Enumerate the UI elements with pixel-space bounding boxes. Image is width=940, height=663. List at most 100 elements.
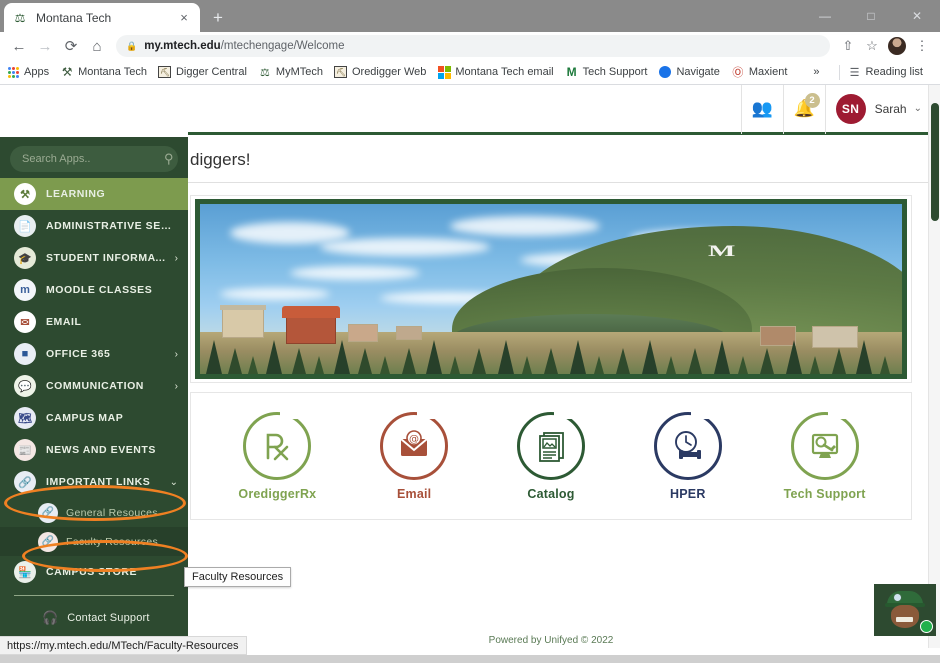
browser-window: ⚖ Montana Tech × + — □ ✕ ← → ⟳ ⌂ 🔒 my.mt… — [0, 0, 940, 663]
sidebar-item-office-365[interactable]: ■ OFFICE 365 › — [0, 338, 188, 370]
bookmark-star-icon[interactable]: ☆ — [860, 34, 884, 58]
page-scrollbar[interactable] — [928, 85, 940, 648]
sidebar-subitem-label: Faculty Resources — [66, 535, 159, 548]
sidebar-subitem-faculty-resources[interactable]: 🔗 Faculty Resources — [0, 527, 188, 556]
montana-tech-favicon-icon: ⚖ — [14, 10, 26, 25]
people-icon: 👥 — [751, 98, 773, 118]
search-input[interactable] — [22, 153, 164, 165]
bookmark-label: Montana Tech email — [455, 66, 554, 78]
general-resources-icon: 🔗 — [38, 502, 58, 523]
prescription-rx-icon — [267, 433, 289, 460]
bookmark-label: Maxient — [748, 66, 788, 78]
quick-link-circle — [516, 411, 585, 480]
news-events-icon: 📰 — [14, 439, 36, 461]
home-icon[interactable]: ⌂ — [84, 33, 110, 59]
bookmark-navigate[interactable]: Navigate — [658, 65, 720, 79]
sidebar-item-important-links[interactable]: 🔗 IMPORTANT LINKS ⌄ — [0, 466, 188, 498]
sidebar-item-label: ADMINISTRATIVE SERV... — [46, 220, 172, 232]
sidebar-item-contact-support[interactable]: 🎧 Contact Support — [0, 603, 188, 633]
sidebar-item-email[interactable]: ✉ EMAIL — [0, 306, 188, 338]
people-button[interactable]: 👥 — [740, 85, 783, 134]
address-bar[interactable]: 🔒 my.mtech.edu/mtechengage/Welcome — [116, 35, 830, 57]
bookmarks-overflow-button[interactable]: » — [813, 66, 819, 78]
url-text: my.mtech.edu/mtechengage/Welcome — [144, 40, 344, 52]
sidebar-item-label: MOODLE CLASSES — [46, 284, 153, 296]
reading-list-button[interactable]: ☰ Reading list — [848, 65, 923, 79]
sidebar-item-campus-map[interactable]: 🗺 CAMPUS MAP — [0, 402, 188, 434]
profile-avatar[interactable] — [888, 37, 906, 55]
sidebar-item-administrative-services[interactable]: 📄 ADMINISTRATIVE SERV... — [0, 210, 188, 242]
sidebar-item-communication[interactable]: 💬 COMMUNICATION › — [0, 370, 188, 402]
sidebar-item-label: OFFICE 365 — [46, 348, 111, 360]
treeline — [200, 328, 902, 374]
chevron-right-icon[interactable]: › — [175, 381, 178, 392]
online-status-dot — [920, 620, 933, 633]
sidebar-subitem-general-resources[interactable]: 🔗 General Resouces — [0, 498, 188, 527]
bookmark-label: Apps — [24, 66, 50, 78]
chevron-down-icon[interactable]: ⌄ — [170, 477, 178, 488]
share-icon[interactable]: ⇧ — [836, 34, 860, 58]
montana-tech-favicon-icon: ⚖ — [259, 66, 270, 79]
bookmark-maxient[interactable]: Ⓞ Maxient — [731, 65, 788, 79]
reload-icon[interactable]: ⟳ — [58, 33, 84, 59]
search-apps-box[interactable]: ⚲ — [10, 146, 178, 172]
m-letter-icon: M — [566, 65, 577, 79]
quick-link-circle — [653, 411, 722, 480]
bookmark-mymtech[interactable]: ⚖ MyMTech — [258, 65, 323, 79]
quick-link-orediggerrx[interactable]: OrediggerRx — [212, 411, 342, 501]
user-menu[interactable]: SN Sarah ⌄ — [824, 85, 934, 134]
chevron-right-icon[interactable]: › — [175, 349, 178, 360]
chevron-right-icon[interactable]: › — [175, 253, 178, 264]
browser-menu-icon[interactable]: ⋮ — [910, 34, 934, 58]
bookmark-montana-tech-email[interactable]: Montana Tech email — [437, 65, 554, 79]
sidebar-item-campus-store[interactable]: 🏪 CAMPUS STORE — [0, 556, 188, 588]
tab-strip: ⚖ Montana Tech × + — □ ✕ — [0, 0, 940, 32]
oredigger-chat-widget[interactable] — [874, 584, 936, 636]
browser-tab[interactable]: ⚖ Montana Tech × — [4, 3, 200, 32]
bookmark-digger-central[interactable]: ⛏ Digger Central — [158, 65, 247, 79]
catalog-pages-icon — [539, 431, 564, 462]
sidebar-item-label: COMMUNICATION — [46, 380, 144, 392]
sidebar-item-news-and-events[interactable]: 📰 NEWS AND EVENTS — [0, 434, 188, 466]
sidebar-item-moodle-classes[interactable]: m MOODLE CLASSES — [0, 274, 188, 306]
sidebar-item-student-information[interactable]: 🎓 STUDENT INFORMATION › — [0, 242, 188, 274]
oredigger-mascot-icon — [885, 591, 925, 629]
url-path: /mtechengage/Welcome — [220, 40, 345, 52]
maximize-icon[interactable]: □ — [848, 0, 894, 32]
scrollbar-thumb[interactable] — [931, 103, 939, 221]
forward-icon[interactable]: → — [32, 33, 58, 59]
chevron-down-icon[interactable]: ⌄ — [914, 103, 922, 114]
notification-badge: 2 — [804, 92, 820, 108]
close-icon[interactable]: × — [176, 10, 192, 26]
campus-store-icon: 🏪 — [14, 561, 36, 583]
divider — [838, 64, 840, 80]
sidebar-item-label: IMPORTANT LINKS — [46, 476, 151, 488]
reading-list-label: Reading list — [865, 66, 923, 78]
url-domain: my.mtech.edu — [144, 40, 221, 52]
back-icon[interactable]: ← — [6, 33, 32, 59]
close-window-icon[interactable]: ✕ — [894, 0, 940, 32]
quick-link-hper[interactable]: HPER — [623, 411, 753, 501]
email-icon: ✉ — [14, 311, 36, 333]
new-tab-button[interactable]: + — [206, 6, 230, 30]
bookmark-label: MyMTech — [275, 66, 323, 78]
dumbbell-clock-icon — [674, 430, 701, 459]
bookmark-montana-tech[interactable]: ⚒ Montana Tech — [60, 65, 147, 79]
quick-link-tech-support[interactable]: Tech Support — [760, 411, 890, 501]
sidebar-item-learning[interactable]: ⚒ LEARNING — [0, 178, 188, 210]
bookmark-apps[interactable]: Apps — [6, 65, 49, 79]
student-info-icon: 🎓 — [14, 247, 36, 269]
notifications-button[interactable]: 🔔 2 — [782, 85, 825, 134]
envelope-at-icon: @ — [400, 429, 428, 456]
quick-link-email[interactable]: @ Email — [349, 411, 479, 501]
sidebar-item-label: Contact Support — [67, 612, 150, 624]
headset-icon: 🎧 — [42, 610, 59, 625]
lock-icon: 🔒 — [126, 40, 138, 51]
minimize-icon[interactable]: — — [802, 0, 848, 32]
search-icon[interactable]: ⚲ — [164, 151, 174, 167]
svg-text:@: @ — [409, 434, 419, 445]
quick-link-catalog[interactable]: Catalog — [486, 411, 616, 501]
bookmark-tech-support[interactable]: M Tech Support — [565, 65, 648, 79]
bookmark-oredigger-web[interactable]: ⛏ Oredigger Web — [334, 65, 426, 79]
microsoft-icon — [437, 65, 451, 79]
